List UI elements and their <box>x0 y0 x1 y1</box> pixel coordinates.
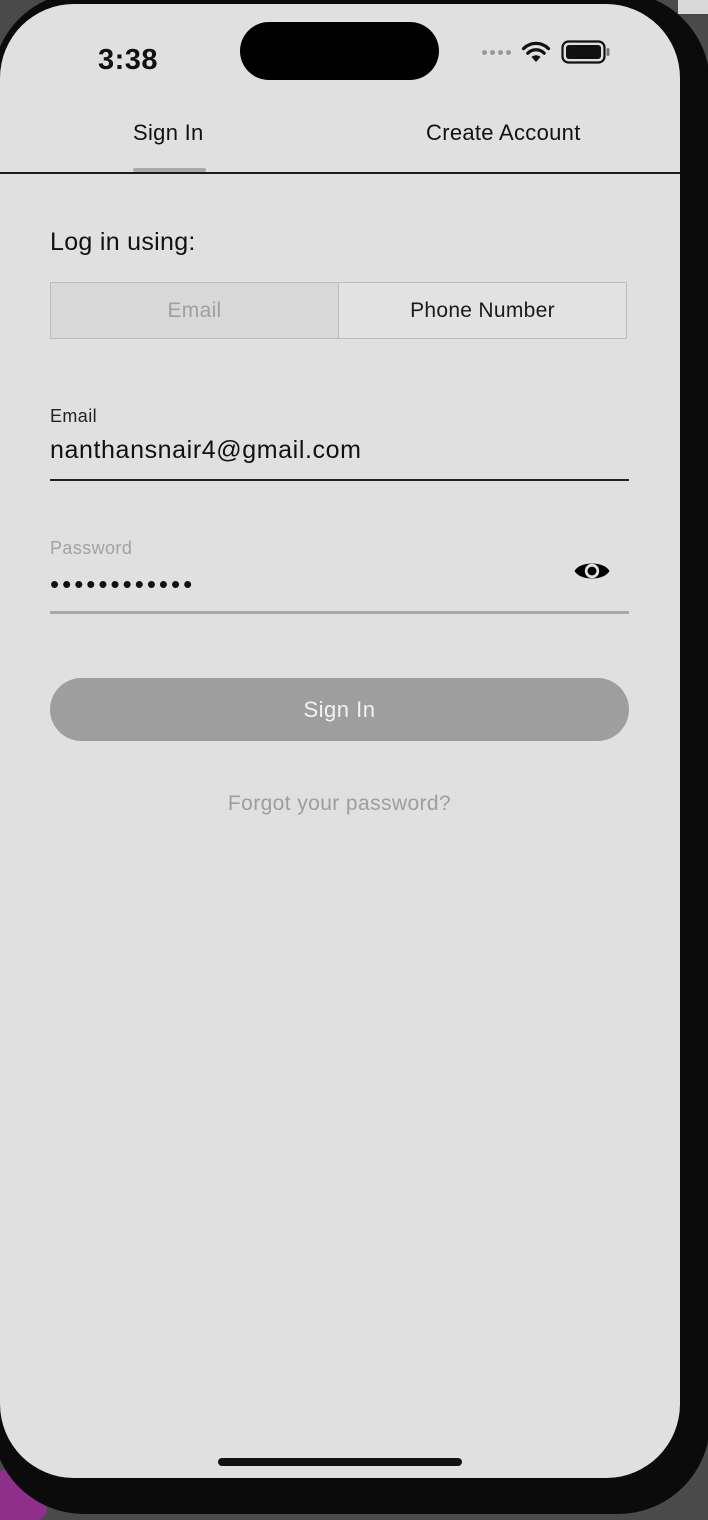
email-field[interactable]: nanthansnair4@gmail.com <box>50 436 362 465</box>
cellular-signal-icon <box>482 49 511 55</box>
battery-icon <box>561 40 610 64</box>
phone-screen: 3:38 Sign In Create Account Log in using… <box>0 4 680 1478</box>
password-field-label: Password <box>50 538 133 558</box>
password-field[interactable]: •••••••••••• <box>50 569 195 600</box>
eye-icon[interactable] <box>573 557 611 585</box>
tab-sign-in[interactable]: Sign In <box>133 120 204 146</box>
status-time: 3:38 <box>98 44 159 76</box>
home-indicator[interactable] <box>218 1458 462 1466</box>
login-method-segmented-control: Email Phone Number <box>50 282 627 339</box>
method-phone-option[interactable]: Phone Number <box>339 283 626 338</box>
login-method-heading: Log in using: <box>50 228 196 256</box>
method-email-option[interactable]: Email <box>51 283 339 338</box>
email-field-label: Email <box>50 406 98 426</box>
tab-create-account[interactable]: Create Account <box>426 120 581 146</box>
auth-tab-bar: Sign In Create Account <box>0 104 680 174</box>
password-field-underline <box>50 611 629 614</box>
tab-indicator <box>133 168 206 172</box>
wifi-icon <box>521 41 551 62</box>
email-field-underline <box>50 479 629 481</box>
window-edge-fragment <box>678 0 708 14</box>
dynamic-island <box>240 22 439 80</box>
phone-frame: 3:38 Sign In Create Account Log in using… <box>0 0 708 1514</box>
sign-in-button[interactable]: Sign In <box>50 678 629 741</box>
status-icons <box>482 38 611 66</box>
forgot-password-link[interactable]: Forgot your password? <box>50 792 629 816</box>
